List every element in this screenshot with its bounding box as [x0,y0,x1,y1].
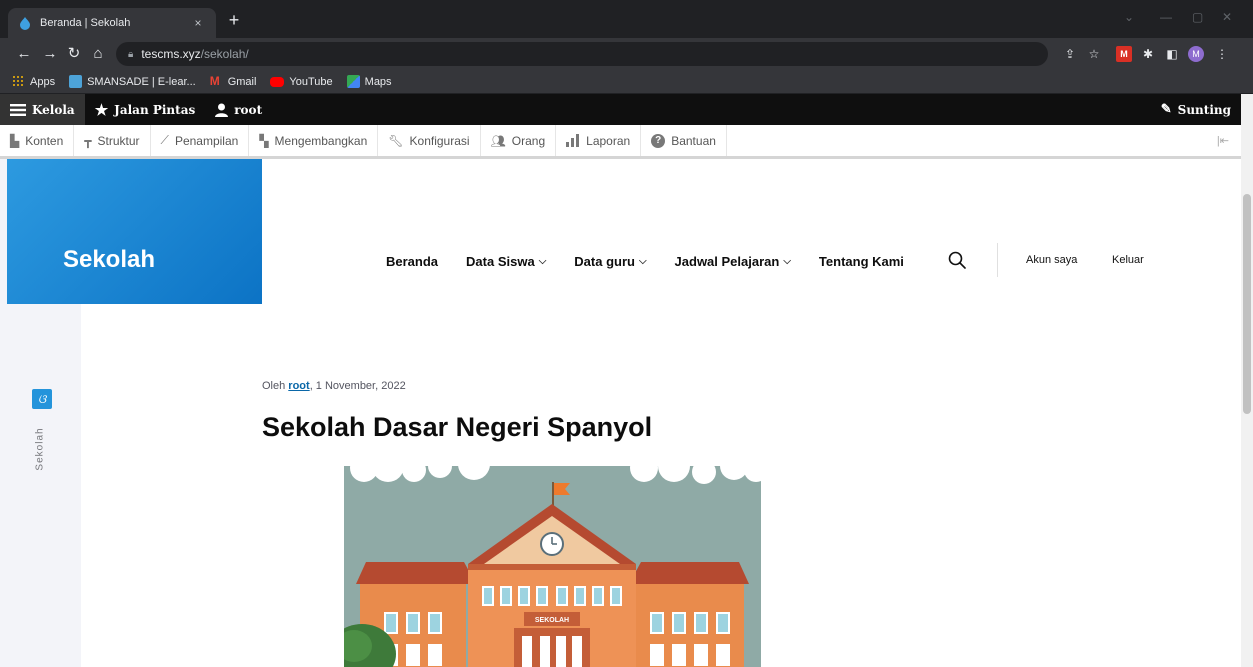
tab-search-icon[interactable]: ⌄ [1124,10,1134,24]
user-icon [215,103,229,117]
tray-item-bantuan[interactable]: ? Bantuan [641,125,727,156]
tray-item-konten[interactable]: ▙ Konten [0,125,75,156]
apps-grid-icon [12,75,25,88]
bar-chart-icon [566,134,580,147]
site-branding[interactable]: Sekolah [7,159,262,304]
star-icon: ★ [94,100,109,119]
maps-icon [346,75,360,88]
bookmark-apps[interactable]: Apps [12,75,55,88]
rail-label: Sekolah [34,427,46,471]
nav-jadwal-pelajaran[interactable]: Jadwal Pelajaran ⌵ [675,254,791,269]
tray-item-laporan[interactable]: Laporan [556,125,642,156]
maximize-window-button[interactable]: ▢ [1192,10,1203,24]
school-sign-text: SEKOLAH [535,617,569,624]
forward-button[interactable]: → [40,44,60,64]
bookmark-youtube[interactable]: YouTube [270,76,333,88]
article-hero-image: SEKOLAH [344,466,761,667]
rss-feed-icon[interactable]: ଓ [32,389,52,409]
main-navigation: Beranda Data Siswa ⌵ Data guru ⌵ Jadwal Pe… [386,251,904,271]
drupal-favicon-icon [20,17,30,30]
bookmarks-bar: Apps SMANSADE | E-lear... M Gmail YouTub… [0,70,1253,94]
bookmark-smansade[interactable]: SMANSADE | E-lear... [69,75,196,88]
bookmark-gmail[interactable]: M Gmail [210,75,257,88]
tray-orientation-toggle-icon[interactable]: |⇤ [1217,134,1241,147]
gmail-icon: M [209,74,220,88]
extension-icon[interactable]: M [1116,46,1132,62]
puzzle-icon: ▚ [259,133,269,148]
admin-toolbar: Kelola ★ Jalan Pintas root ✎ Sunting [0,94,1241,125]
new-tab-button[interactable]: + [222,10,246,31]
lock-icon: 🔒︎ [128,48,134,60]
page-scrollbar[interactable] [1241,94,1253,667]
school-building-illustration: SEKOLAH [344,466,761,667]
reload-button[interactable]: ↻ [64,44,84,64]
close-window-button[interactable]: ✕ [1222,10,1232,24]
nav-beranda[interactable]: Beranda [386,254,438,269]
toolbar-user[interactable]: root [205,94,272,125]
browser-tab-strip: Beranda | Sekolah × + ⌄ — ▢ ✕ [0,0,1253,38]
file-icon: ▙ [10,133,20,148]
nav-divider [997,243,998,277]
back-button[interactable]: ← [14,44,34,64]
bookmark-star-icon[interactable]: ☆ [1086,46,1102,62]
tray-item-mengembangkan[interactable]: ▚ Mengembangkan [249,125,379,156]
people-icon: 👥︎ [490,133,506,148]
scrollbar-thumb[interactable] [1243,194,1251,414]
sitemap-icon: ┳ [84,133,92,148]
toolbar-manage[interactable]: Kelola [0,94,85,125]
site-name[interactable]: Sekolah [63,246,155,274]
tray-item-konfigurasi[interactable]: 🔧︎ Konfigurasi [378,125,481,156]
minimize-window-button[interactable]: — [1160,10,1172,24]
nav-data-siswa[interactable]: Data Siswa ⌵ [466,254,546,269]
article-title: Sekolah Dasar Negeri Spanyol [262,412,653,442]
browser-menu-icon[interactable]: ⋮ [1214,46,1230,62]
profile-avatar[interactable]: M [1188,46,1204,62]
paintbrush-icon: ⟋ [160,133,169,147]
help-icon: ? [651,133,666,148]
tab-close-icon[interactable]: × [190,16,206,30]
article-meta: Oleh root, 1 November, 2022 [262,380,406,392]
nav-data-guru[interactable]: Data guru ⌵ [574,254,646,269]
url-host: tescms.xyz [141,47,201,61]
toolbar-shortcuts[interactable]: ★ Jalan Pintas [85,94,206,125]
my-account-link[interactable]: Akun saya [1026,254,1077,266]
hamburger-icon [10,103,26,116]
puzzle-extensions-icon[interactable]: ✱ [1140,46,1156,62]
logout-link[interactable]: Keluar [1112,254,1144,266]
tray-item-orang[interactable]: 👥︎ Orang [481,125,557,156]
toolbar-edit[interactable]: ✎ Sunting [1151,94,1241,125]
browser-tab[interactable]: Beranda | Sekolah × [8,8,216,38]
chevron-down-icon: ⌵ [783,255,791,267]
elearning-icon [69,75,83,88]
bookmark-maps[interactable]: Maps [346,75,392,88]
browser-toolbar: ← → ↻ ⌂ 🔒︎ tescms.xyz /sekolah/ ⇪ ☆ M ✱ … [0,38,1253,70]
address-bar[interactable]: 🔒︎ tescms.xyz /sekolah/ [116,42,1048,66]
home-button[interactable]: ⌂ [88,44,108,64]
admin-tray: ▙ Konten ┳ Struktur ⟋ Penampilan ▚ Menge… [0,125,1241,159]
nav-tentang-kami[interactable]: Tentang Kami [819,254,904,269]
wrench-icon: 🔧︎ [388,133,404,148]
author-link[interactable]: root [288,380,309,392]
tab-title: Beranda | Sekolah [40,17,131,29]
url-path: /sekolah/ [200,47,249,61]
search-icon[interactable] [948,251,966,269]
share-icon[interactable]: ⇪ [1062,46,1078,62]
youtube-icon [270,76,285,87]
tray-item-penampilan[interactable]: ⟋ Penampilan [151,125,250,156]
pencil-icon: ✎ [1160,102,1172,117]
tray-item-struktur[interactable]: ┳ Struktur [74,125,151,156]
chevron-down-icon: ⌵ [538,255,547,267]
chevron-down-icon: ⌵ [638,255,647,267]
side-panel-icon[interactable]: ◧ [1164,46,1180,62]
